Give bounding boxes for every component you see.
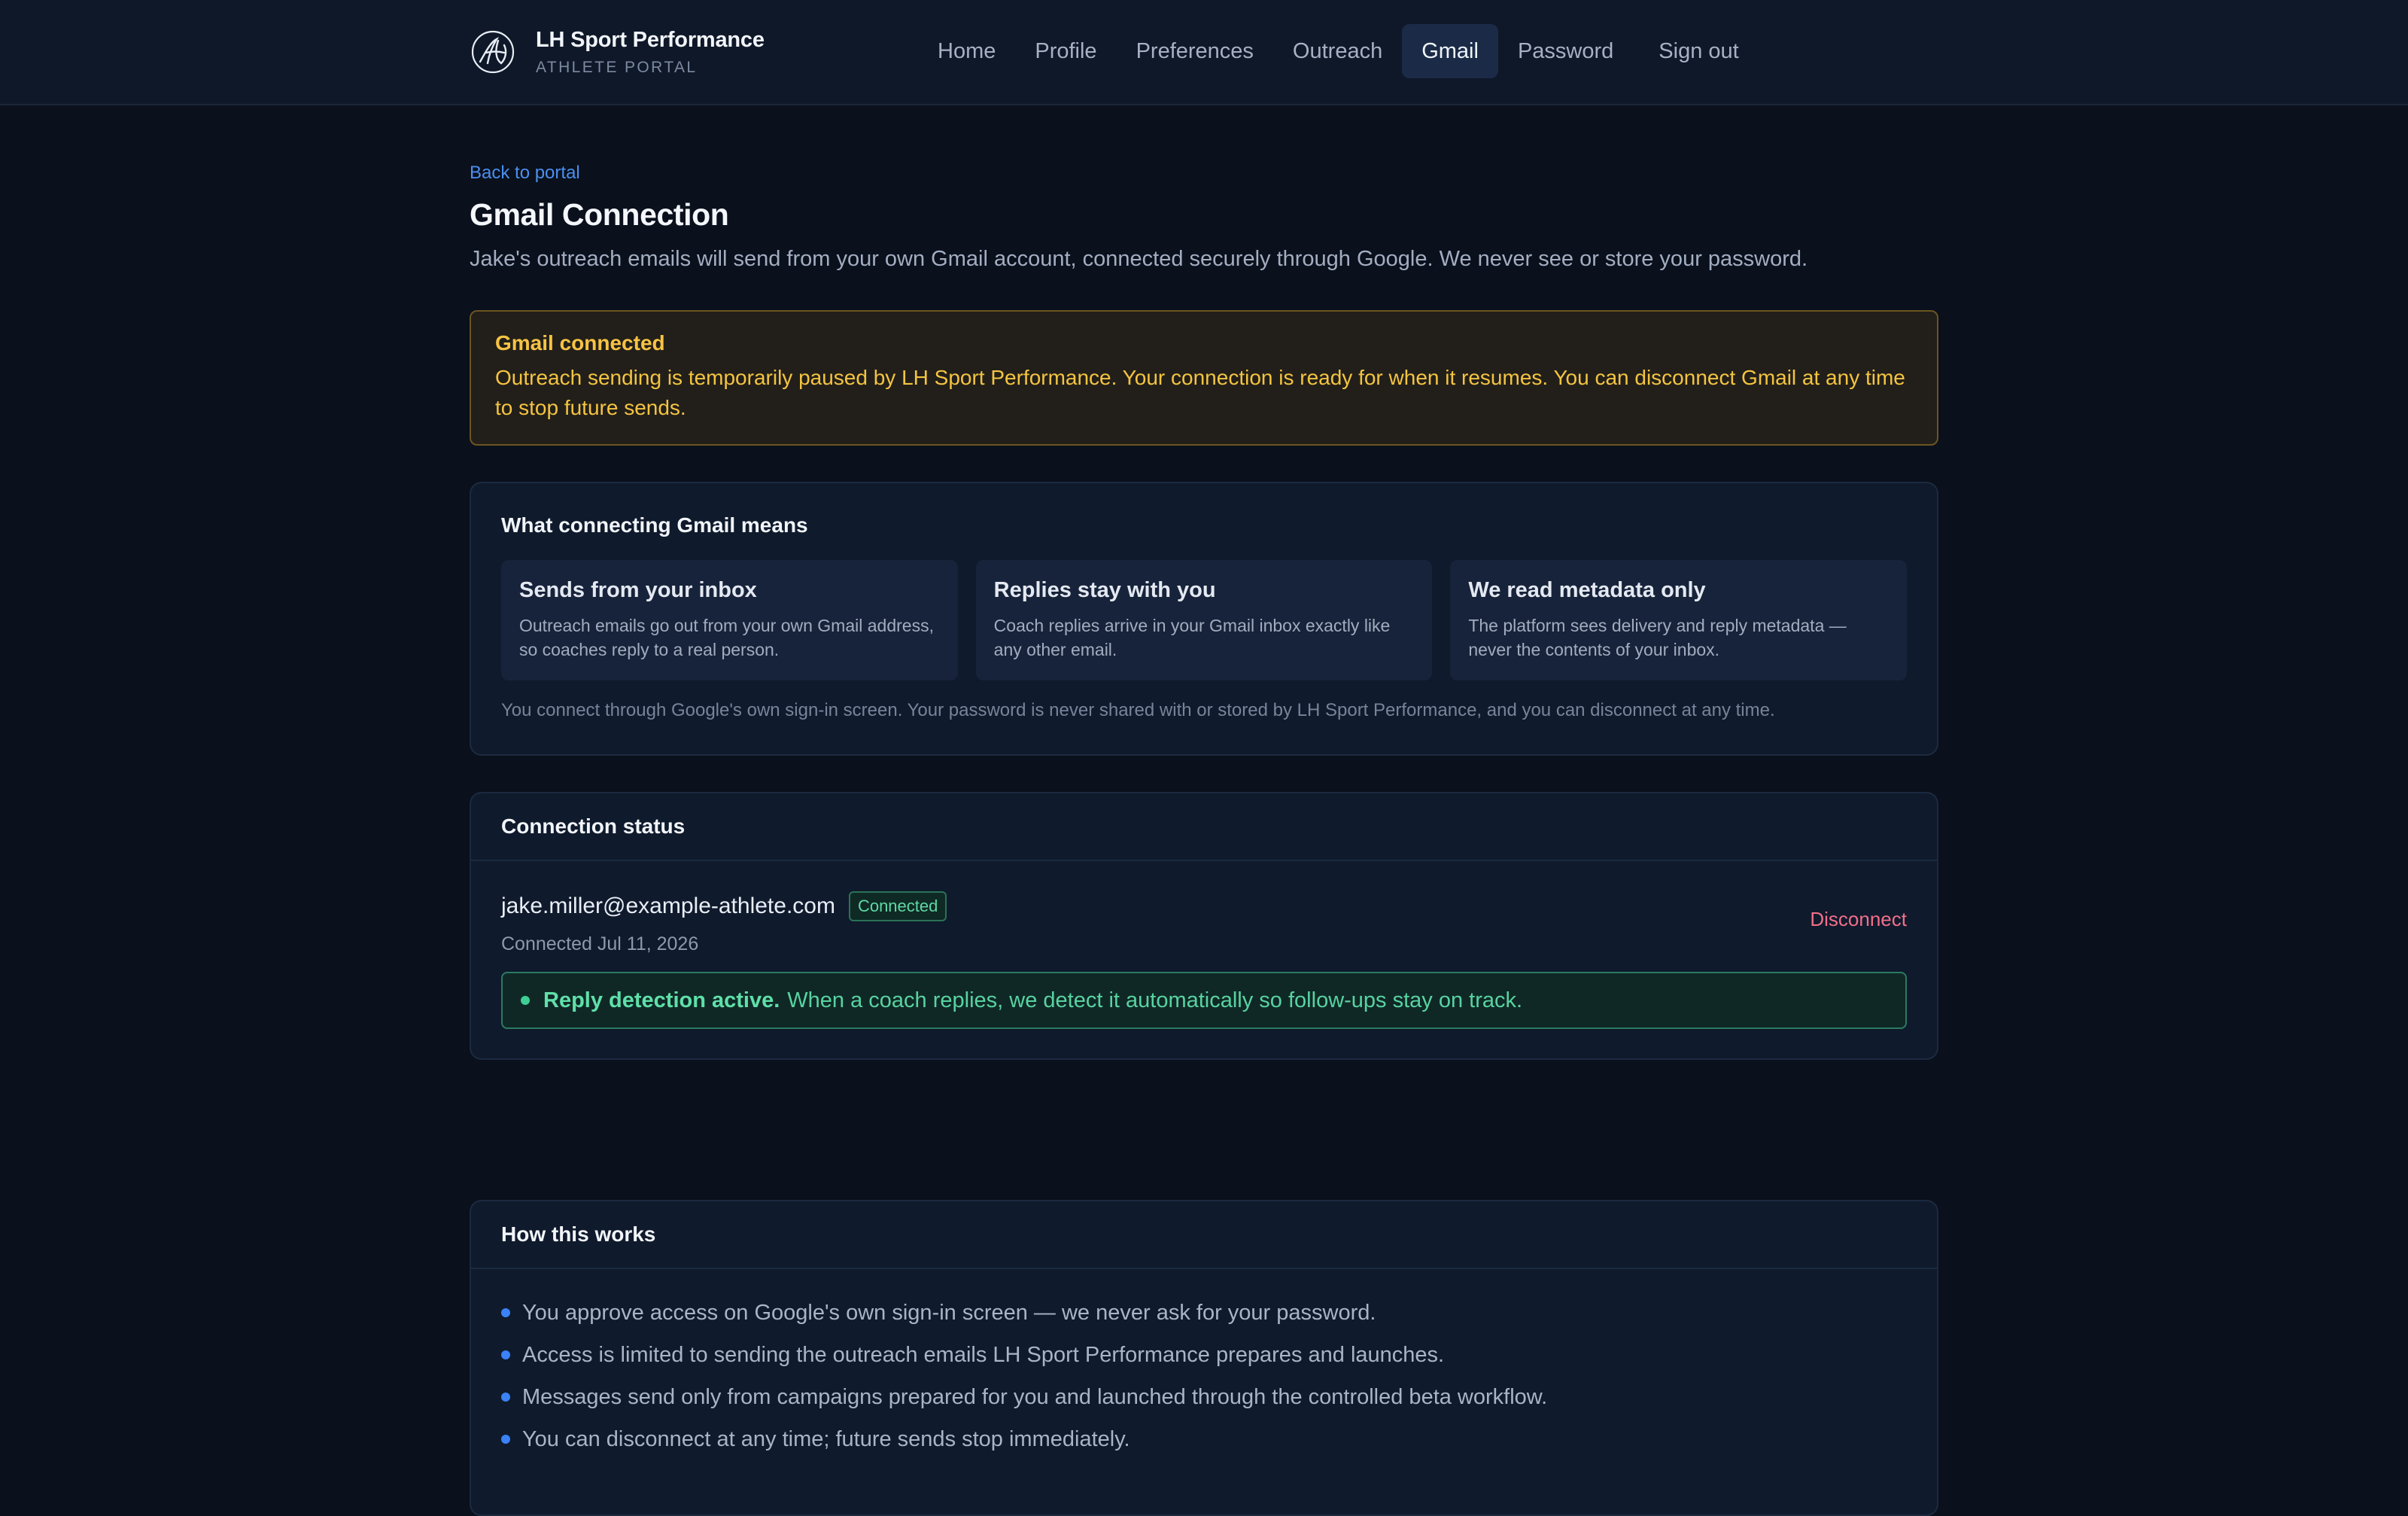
bullet-icon xyxy=(501,1308,510,1317)
nav-password[interactable]: Password xyxy=(1498,24,1633,78)
main-nav: Home Profile Preferences Outreach Gmail … xyxy=(918,24,1759,78)
reply-detection-banner: Reply detection active. When a coach rep… xyxy=(501,972,1907,1029)
disconnect-button[interactable]: Disconnect xyxy=(1810,908,1907,931)
list-item-text: You approve access on Google's own sign-… xyxy=(522,1300,1376,1325)
feature-body: Coach replies arrive in your Gmail inbox… xyxy=(993,616,1391,659)
connected-date: Connected Jul 11, 2026 xyxy=(501,933,699,954)
how-list: You approve access on Google's own sign-… xyxy=(471,1269,1937,1460)
list-item-text: Access is limited to sending the outreac… xyxy=(522,1342,1445,1367)
feature-card-replies-stay: Replies stay with you Coach replies arri… xyxy=(975,560,1433,680)
reply-detection-text: When a coach replies, we detect it autom… xyxy=(787,988,1523,1012)
feature-body: The platform sees delivery and reply met… xyxy=(1468,616,1847,659)
bullet-icon xyxy=(501,1393,510,1402)
how-this-works-card: How this works You approve access on Goo… xyxy=(470,1200,1938,1516)
card-title: Connection status xyxy=(501,814,686,838)
brand-subtitle: ATHLETE PORTAL xyxy=(536,58,698,76)
feature-card-metadata-only: We read metadata only The platform sees … xyxy=(1450,560,1908,680)
nav-sign-out[interactable]: Sign out xyxy=(1639,24,1758,78)
nav-gmail[interactable]: Gmail xyxy=(1402,24,1498,78)
brand-name: LH Sport Performance xyxy=(536,27,765,52)
feature-title: Replies stay with you xyxy=(993,578,1216,602)
list-item-text: Messages send only from campaigns prepar… xyxy=(522,1384,1548,1409)
card-title: What connecting Gmail means xyxy=(501,513,808,537)
feature-list: Sends from your inbox Outreach emails go… xyxy=(501,560,1908,680)
status-badge: Connected xyxy=(848,891,947,921)
reply-detection-label: Reply detection active. xyxy=(543,988,780,1012)
card-header: Connection status xyxy=(471,793,1937,861)
connected-email: jake.miller@example-athlete.com xyxy=(501,893,835,918)
bullet-icon xyxy=(501,1350,510,1359)
what-connecting-means-card: What connecting Gmail means Sends from y… xyxy=(470,482,1938,756)
alert-body: Outreach sending is temporarily paused b… xyxy=(495,366,1905,419)
list-item-text: You can disconnect at any time; future s… xyxy=(522,1426,1130,1451)
nav-preferences[interactable]: Preferences xyxy=(1117,24,1273,78)
nav-outreach[interactable]: Outreach xyxy=(1273,24,1402,78)
brand-logo-icon xyxy=(471,30,515,74)
card-header: How this works xyxy=(471,1201,1937,1269)
nav-home[interactable]: Home xyxy=(918,24,1015,78)
feature-body: Outreach emails go out from your own Gma… xyxy=(519,616,934,659)
list-item: You can disconnect at any time; future s… xyxy=(501,1418,1907,1460)
connection-status-body: jake.miller@example-athlete.com Connecte… xyxy=(471,861,1937,1029)
feature-title: Sends from your inbox xyxy=(519,578,757,602)
top-navigation-bar: LH Sport Performance ATHLETE PORTAL Home… xyxy=(0,0,2408,105)
connection-status-card: Connection status jake.miller@example-at… xyxy=(470,792,1938,1060)
feature-title: We read metadata only xyxy=(1468,578,1706,602)
back-to-portal-link[interactable]: Back to portal xyxy=(470,163,580,184)
card-title: How this works xyxy=(501,1222,656,1246)
feature-card-sends-from-inbox: Sends from your inbox Outreach emails go… xyxy=(501,560,958,680)
alert-title: Gmail connected xyxy=(495,331,665,355)
list-item: Access is limited to sending the outreac… xyxy=(501,1334,1907,1376)
sign-in-note: You connect through Google's own sign-in… xyxy=(501,700,1775,720)
page-title: Gmail Connection xyxy=(470,197,729,232)
list-item: Messages send only from campaigns prepar… xyxy=(501,1376,1907,1418)
page-description: Jake's outreach emails will send from yo… xyxy=(470,247,1808,271)
brand[interactable]: LH Sport Performance ATHLETE PORTAL xyxy=(470,26,765,78)
account-row: jake.miller@example-athlete.com Connecte… xyxy=(501,891,1907,921)
bullet-icon xyxy=(501,1435,510,1444)
list-item: You approve access on Google's own sign-… xyxy=(501,1292,1907,1334)
nav-profile[interactable]: Profile xyxy=(1015,24,1116,78)
status-dot-icon xyxy=(521,996,530,1005)
gmail-connected-alert: Gmail connected Outreach sending is temp… xyxy=(470,310,1938,446)
